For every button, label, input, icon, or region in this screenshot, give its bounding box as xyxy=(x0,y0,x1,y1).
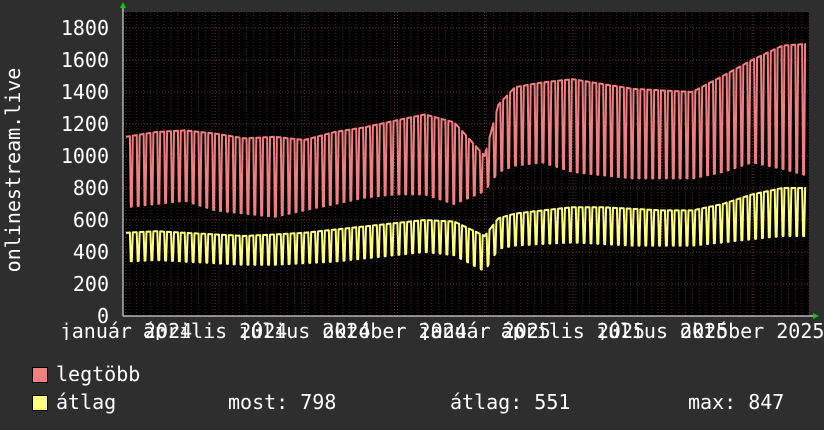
stat-current: most: 798 xyxy=(228,390,337,414)
stat-max: max: 847 xyxy=(688,390,785,414)
legend-swatch-avg xyxy=(32,395,48,411)
y-axis-arrow xyxy=(120,2,126,8)
y-tick-label: 1000 xyxy=(61,144,109,168)
y-tick-label: 1200 xyxy=(61,112,109,136)
x-tick-label: október 2025 xyxy=(680,319,824,340)
y-tick-label: 800 xyxy=(73,176,109,200)
legend-swatch-max xyxy=(32,367,48,383)
line-chart: 020040060080010001200140016001800január … xyxy=(1,2,824,340)
y-axis-label: onlinestream.live xyxy=(1,68,25,273)
y-tick-label: 1800 xyxy=(61,16,109,40)
y-tick-label: 200 xyxy=(73,272,109,296)
legend-label-avg: átlag xyxy=(56,390,117,414)
y-tick-label: 1400 xyxy=(61,80,109,104)
y-tick-label: 400 xyxy=(73,240,109,264)
y-tick-label: 600 xyxy=(73,208,109,232)
legend-label-max: legtöbb xyxy=(56,362,141,386)
y-tick-label: 1600 xyxy=(61,48,109,72)
stat-average: átlag: 551 xyxy=(450,390,571,414)
